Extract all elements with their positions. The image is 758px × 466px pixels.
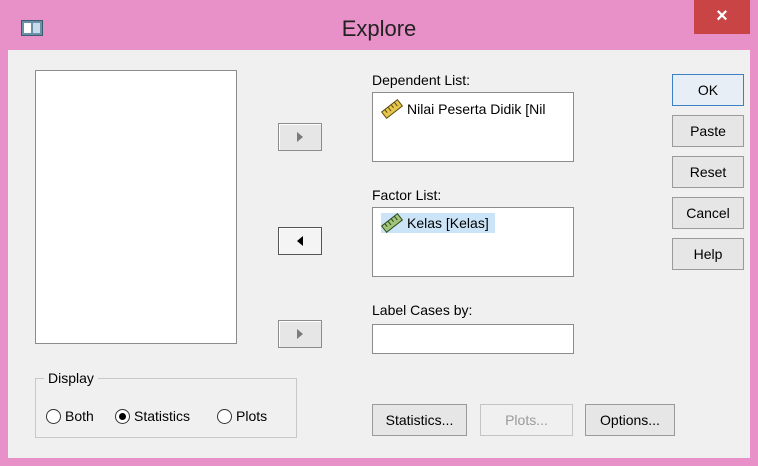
- display-group-title: Display: [44, 370, 98, 386]
- dependent-item-text: Nilai Peserta Didik [Nil: [407, 101, 546, 117]
- factor-list[interactable]: Kelas [Kelas]: [372, 207, 574, 277]
- display-both-label: Both: [65, 408, 94, 424]
- factor-item-text: Kelas [Kelas]: [407, 215, 489, 231]
- arrow-right-icon: [297, 132, 303, 142]
- factor-list-item[interactable]: Kelas [Kelas]: [381, 213, 495, 233]
- paste-button[interactable]: Paste: [672, 115, 744, 147]
- help-button[interactable]: Help: [672, 238, 744, 270]
- radio-checked-icon: [115, 408, 130, 424]
- scale-ruler-icon: [381, 213, 403, 233]
- dependent-list-item[interactable]: Nilai Peserta Didik [Nil: [381, 99, 545, 119]
- dialog-title: Explore: [341, 16, 417, 41]
- move-to-dependent-button[interactable]: [278, 123, 322, 151]
- title-bar[interactable]: Explore ×: [0, 0, 758, 50]
- arrow-right-icon: [297, 329, 303, 339]
- statistics-button[interactable]: Statistics...: [372, 404, 467, 436]
- move-to-label-cases-button[interactable]: [278, 320, 322, 348]
- dependent-list-label: Dependent List:: [372, 72, 471, 88]
- display-both-radio[interactable]: Both: [46, 408, 94, 424]
- display-statistics-radio[interactable]: Statistics: [115, 408, 190, 424]
- cancel-button[interactable]: Cancel: [672, 197, 744, 229]
- radio-circle-icon: [46, 408, 61, 424]
- label-cases-label: Label Cases by:: [372, 302, 473, 318]
- options-button[interactable]: Options...: [585, 404, 675, 436]
- display-statistics-label: Statistics: [134, 408, 191, 424]
- dialog-body: Dependent List: Nilai Peserta Didik [Nil…: [8, 50, 750, 458]
- ok-button[interactable]: OK: [672, 74, 744, 106]
- move-from-factor-button[interactable]: [278, 227, 322, 255]
- arrow-left-icon: [297, 236, 303, 246]
- scale-ruler-icon: [381, 99, 403, 119]
- dependent-list[interactable]: Nilai Peserta Didik [Nil: [372, 92, 574, 162]
- close-button[interactable]: ×: [694, 0, 750, 34]
- factor-list-label: Factor List:: [372, 187, 442, 203]
- explore-dialog-window: Explore × Dependent List: Nilai Peserta …: [0, 0, 758, 466]
- display-plots-radio[interactable]: Plots: [217, 408, 267, 424]
- reset-button[interactable]: Reset: [672, 156, 744, 188]
- radio-circle-icon: [217, 408, 232, 424]
- source-variable-list[interactable]: [35, 70, 237, 344]
- plots-button[interactable]: Plots...: [480, 404, 573, 436]
- display-plots-label: Plots: [236, 408, 268, 424]
- label-cases-field[interactable]: [372, 324, 574, 354]
